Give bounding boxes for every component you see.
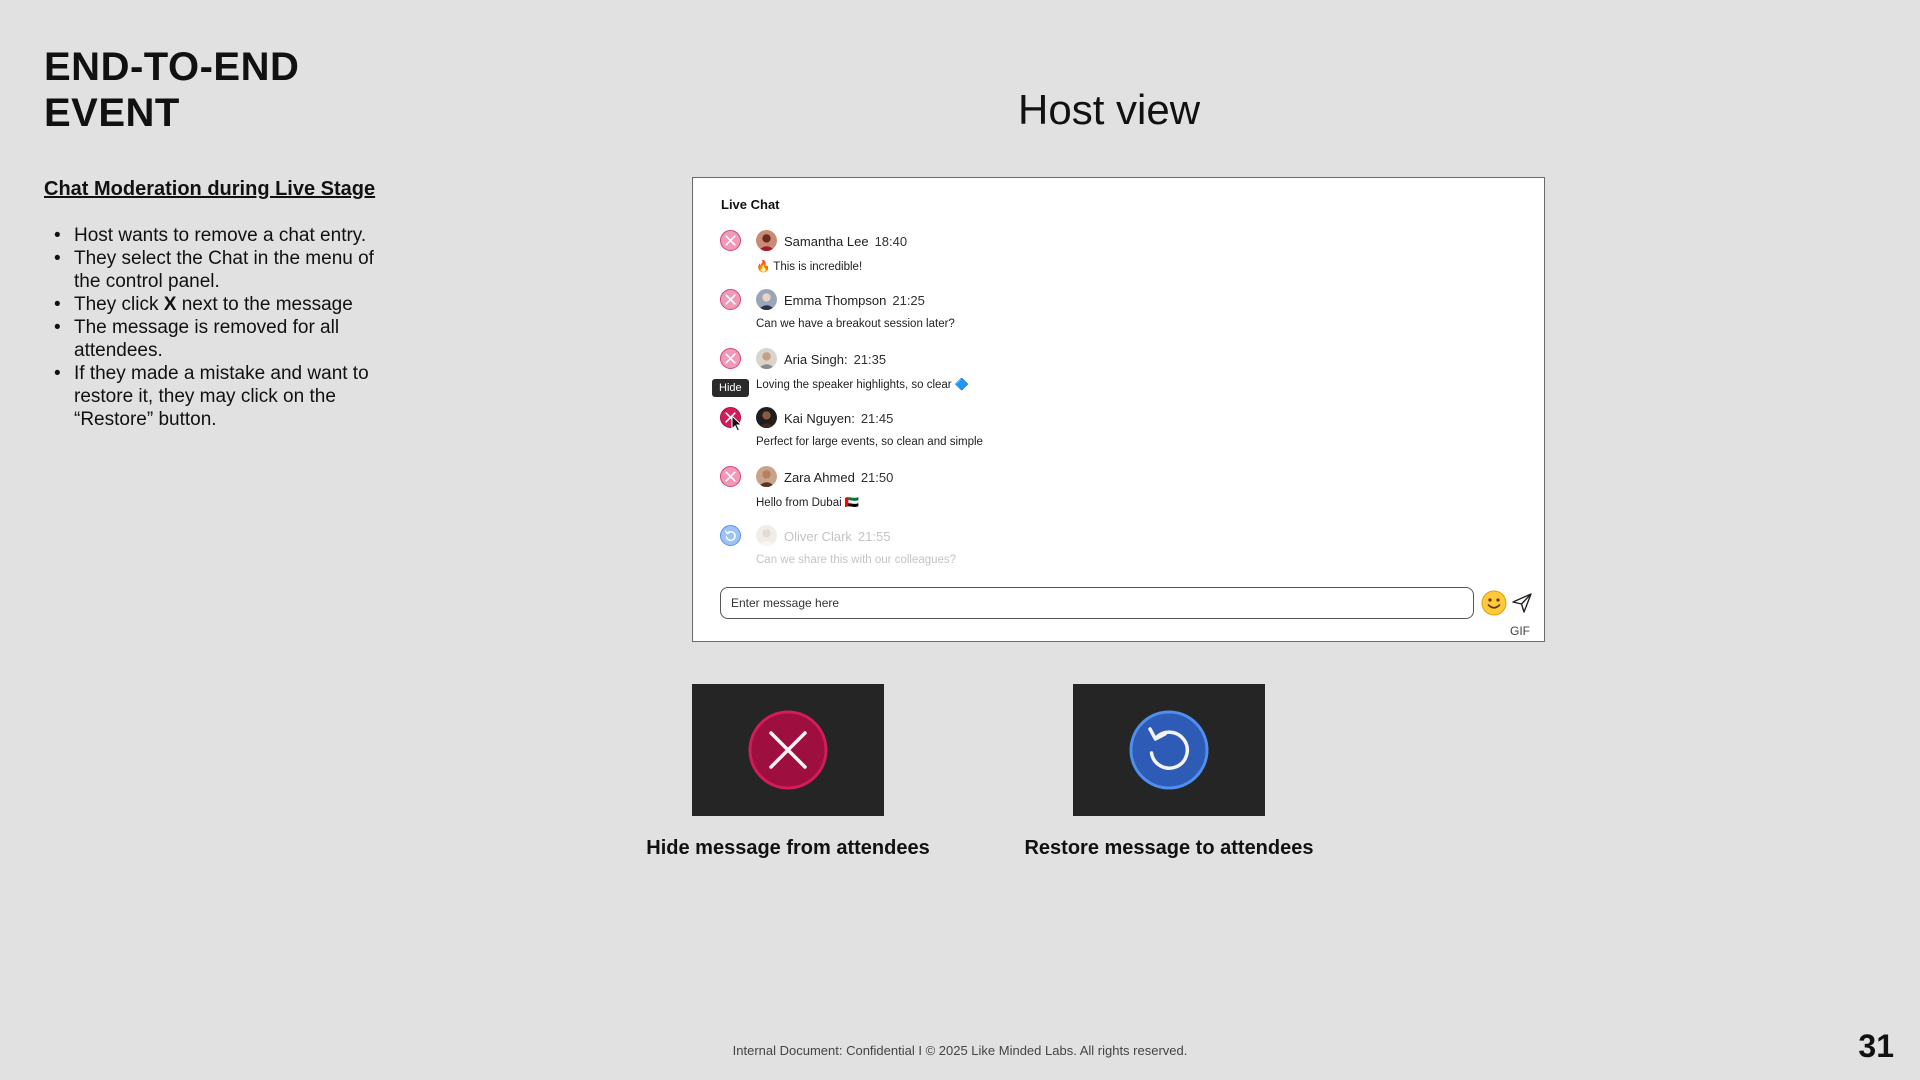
restore-message-button[interactable]	[720, 525, 741, 546]
avatar	[756, 348, 777, 369]
message-time: 18:40	[874, 234, 908, 249]
chat-message: Emma Thompson 21:25 Can we have a breakou…	[720, 287, 1420, 343]
restore-button-illustration	[1073, 684, 1265, 816]
message-text: Hello from Dubai 🇦🇪	[756, 497, 860, 509]
close-circle-icon	[748, 710, 828, 790]
author-name: Emma Thompson	[784, 293, 887, 308]
author-name: Zara Ahmed	[784, 470, 855, 485]
close-icon	[725, 235, 736, 246]
paper-plane-icon[interactable]	[1511, 592, 1533, 614]
smiley-emoji-icon[interactable]	[1481, 590, 1507, 616]
page-number: 31	[1858, 1028, 1894, 1064]
bullet-item: Host wants to remove a chat entry.	[44, 224, 394, 247]
gif-button[interactable]: GIF	[1510, 624, 1530, 638]
bullet-item: If they made a mistake and want to resto…	[44, 362, 394, 431]
close-icon	[725, 294, 736, 305]
chat-message: Zara Ahmed 21:50 Hello from Dubai 🇦🇪	[720, 464, 1420, 520]
avatar	[756, 466, 777, 487]
close-icon	[725, 353, 736, 364]
bullet-item: They select the Chat in the menu of the …	[44, 247, 394, 293]
hide-tooltip: Hide	[712, 379, 749, 397]
restore-caption: Restore message to attendees	[1024, 837, 1314, 859]
message-time: 21:25	[892, 293, 925, 308]
chat-message: Samantha Lee 18:40 🔥 This is incredible!	[720, 228, 1420, 284]
hide-message-button[interactable]	[720, 230, 741, 251]
author-name: Samantha Lee	[784, 234, 869, 249]
message-text: Can we share this with our colleagues?	[756, 554, 957, 566]
restore-circle-icon	[1129, 710, 1209, 790]
author-name: Kai Nguyen:	[784, 411, 855, 426]
page-title: END-TO-END EVENT	[44, 45, 300, 135]
message-time: 21:45	[860, 411, 894, 426]
bullet-emphasis: X	[163, 294, 177, 315]
footer-text: Internal Document: Confidential I © 2025…	[732, 1043, 1188, 1058]
bullet-text: next to the message	[176, 294, 353, 315]
message-text: Can we have a breakout session later?	[756, 318, 955, 330]
hide-message-button[interactable]	[720, 466, 741, 487]
message-time: 21:50	[860, 470, 894, 485]
avatar	[756, 289, 777, 310]
bullet-text: They click	[74, 294, 164, 315]
message-author: Kai Nguyen: 21:45	[784, 411, 893, 426]
hide-caption: Hide message from attendees	[646, 837, 930, 859]
chat-message-hidden: Oliver Clark 21:55 Can we share this with…	[720, 523, 1420, 579]
author-name: Aria Singh:	[784, 352, 848, 367]
message-time: 21:35	[853, 352, 887, 367]
chat-title: Live Chat	[721, 197, 780, 212]
mouse-pointer-icon	[731, 415, 743, 432]
chat-message: Aria Singh: 21:35 Loving the speaker high…	[720, 346, 1420, 402]
close-icon	[725, 471, 736, 482]
chat-message-input[interactable]	[720, 587, 1474, 619]
message-author: Samantha Lee 18:40	[784, 234, 907, 249]
avatar	[756, 407, 777, 428]
bullet-item: The message is removed for all attendees…	[44, 316, 394, 362]
hide-message-button[interactable]	[720, 289, 741, 310]
message-author: Aria Singh: 21:35	[784, 352, 886, 367]
chat-message: Hide Kai Nguyen: 21:45 Perfect for large …	[712, 379, 1420, 461]
message-text: 🔥 This is incredible!	[756, 261, 863, 273]
message-author: Emma Thompson 21:25	[784, 293, 925, 308]
hide-button-illustration	[692, 684, 884, 816]
message-time: 21:55	[857, 529, 891, 544]
hide-message-button[interactable]	[720, 348, 741, 369]
bullet-list: Host wants to remove a chat entry. They …	[44, 224, 394, 431]
avatar	[756, 230, 777, 251]
author-name: Oliver Clark	[784, 529, 852, 544]
view-title: Host view	[1018, 86, 1201, 133]
restore-icon	[724, 530, 736, 541]
message-text: Perfect for large events, so clean and s…	[756, 436, 983, 448]
live-chat-panel: Live Chat Samantha Lee 18:40 🔥 This is in…	[692, 177, 1545, 642]
message-text: Loving the speaker highlights, so clear …	[756, 379, 970, 391]
message-author: Zara Ahmed 21:50	[784, 470, 893, 485]
avatar	[756, 525, 777, 546]
message-author: Oliver Clark 21:55	[784, 529, 890, 544]
bullet-item: They click X next to the message	[44, 293, 394, 316]
section-heading: Chat Moderation during Live Stage	[44, 178, 376, 200]
